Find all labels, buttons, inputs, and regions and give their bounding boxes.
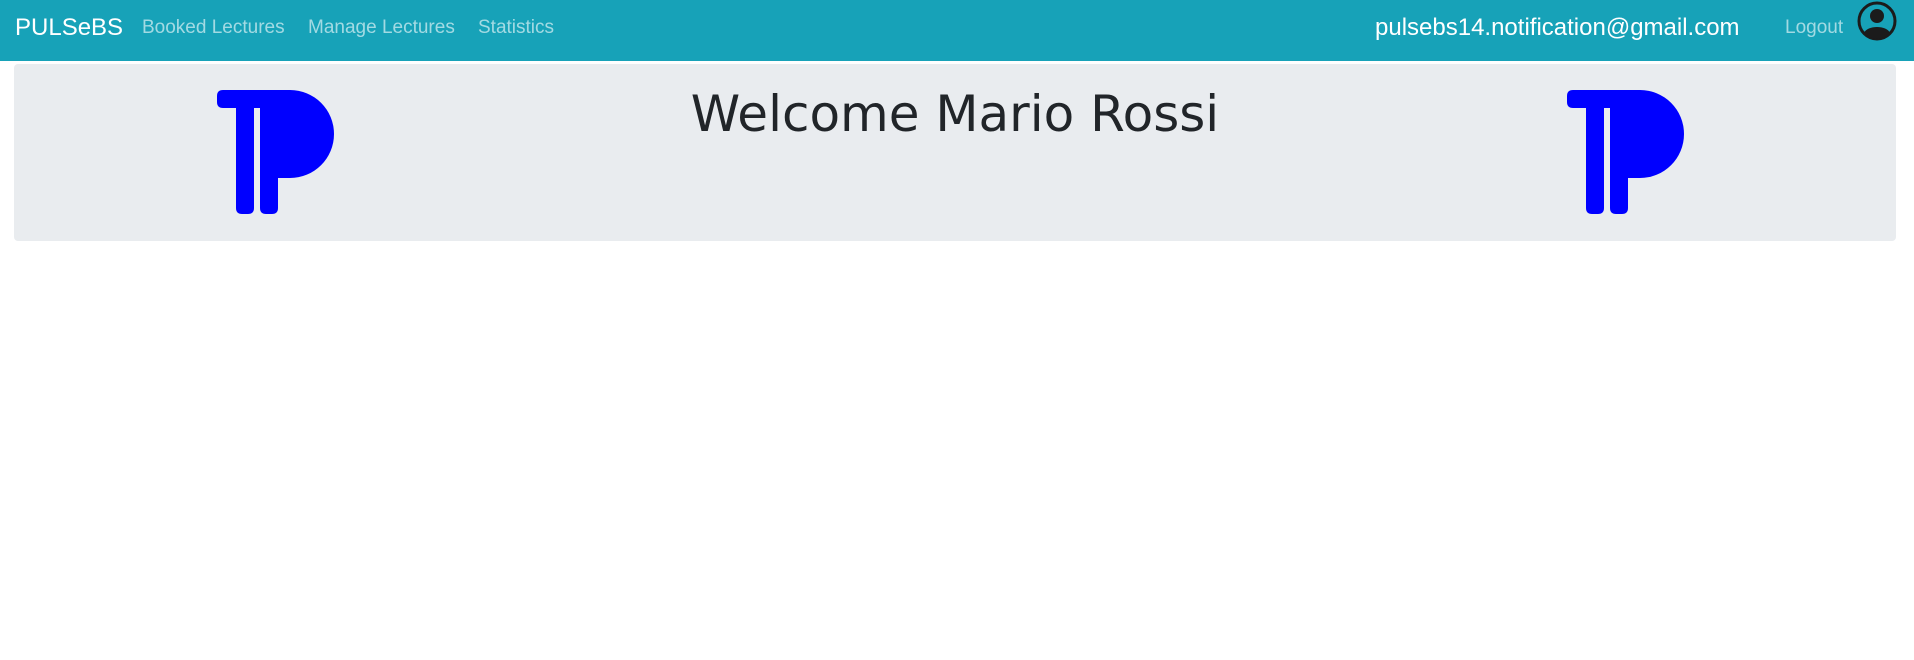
nav-link-manage-lectures[interactable]: Manage Lectures [308,17,455,39]
pulsebs-logo-icon [1567,90,1684,214]
nav-link-statistics[interactable]: Statistics [478,17,554,39]
top-navbar: PULSeBS Booked Lectures Manage Lectures … [0,0,1914,61]
logout-link[interactable]: Logout [1785,17,1843,39]
brand-link[interactable]: PULSeBS [15,14,123,42]
user-circle-icon[interactable] [1857,1,1897,41]
welcome-jumbotron: Welcome Mario Rossi [14,64,1896,241]
nav-link-booked-lectures[interactable]: Booked Lectures [142,17,285,39]
user-email: pulsebs14.notification@gmail.com [1375,14,1740,41]
